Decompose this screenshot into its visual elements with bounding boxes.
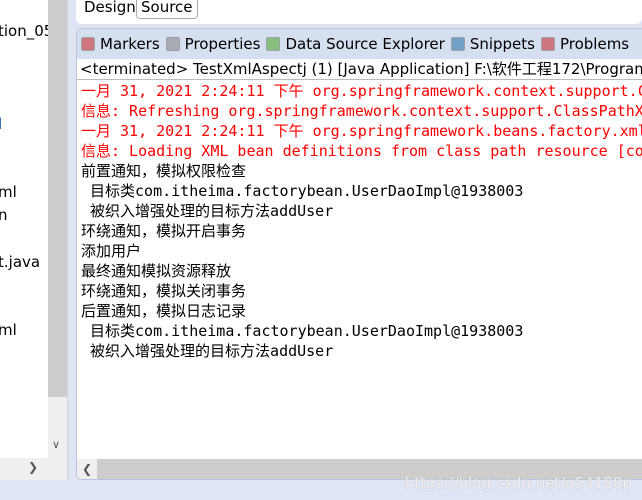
tab-label: Problems [559,35,630,53]
problems-icon [540,37,555,51]
properties-icon [165,37,180,51]
editor-tabs: Design Source [76,0,642,24]
console-line: 被织入增强处理的目标方法addUser [81,342,334,360]
tree-item[interactable]: ml [0,183,17,201]
console-line: 最终通知模拟资源释放 [81,262,232,280]
tab-problems[interactable]: Problems [540,35,630,53]
data-source-icon [266,37,281,51]
horizontal-scrollbar[interactable]: ❯ [0,458,67,480]
chevron-left-icon[interactable]: ❮ [77,459,97,479]
tab-label: Markers [100,35,160,53]
tree-item[interactable]: ml [0,321,17,339]
markers-icon [81,37,95,51]
tab-properties[interactable]: Properties [165,35,261,53]
console-line: 一月 31, 2021 2:24:11 下午 org.springframewo… [81,82,642,100]
console-line: 信息: Refreshing org.springframework.conte… [81,102,642,120]
tab-data-source-explorer[interactable]: Data Source Explorer [266,35,445,53]
console-line: 环绕通知，模拟开启事务 [81,222,247,240]
vertical-scrollbar[interactable]: ∨ [48,0,67,460]
console-view: Markers Properties Data Source Explorer Sni… [76,28,642,480]
project-explorer-panel: tion_05l ml n t.java ml ∨ ❯ [0,0,68,480]
console-status: <terminated> TestXmlAspectj (1) [Java Ap… [77,59,642,80]
console-line: 前置通知，模拟权限检查 [81,162,247,180]
chevron-right-icon[interactable]: ❯ [28,460,38,474]
tab-label: Snippets [469,35,535,53]
tab-label: Data Source Explorer [285,35,445,53]
console-line: 被织入增强处理的目标方法addUser [81,202,334,220]
console-line: 目标类com.itheima.factorybean.UserDaoImpl@1… [81,182,524,200]
console-line: 添加用户 [81,242,142,260]
tab-markers[interactable]: Markers [81,35,160,53]
console-line: 目标类com.itheima.factorybean.UserDaoImpl@1… [81,322,524,340]
console-line: 信息: Loading XML bean definitions from cl… [81,142,642,160]
console-line: 一月 31, 2021 2:24:11 下午 org.springframewo… [81,122,642,140]
console-output: 一月 31, 2021 2:24:11 下午 org.springframewo… [77,80,642,361]
tab-label: Properties [184,35,261,53]
tree-item[interactable]: l [0,115,2,133]
tab-snippets[interactable]: Snippets [450,35,535,53]
tree-item[interactable]: t.java [0,253,40,271]
scrollbar-thumb[interactable] [48,0,67,397]
view-tabs: Markers Properties Data Source Explorer Sni… [77,29,642,59]
console-line: 后置通知，模拟日志记录 [81,302,247,320]
watermark: https://blog.csdn.net/q54188p [404,474,632,492]
snippets-icon [450,37,465,51]
tree-item[interactable]: tion_05 [0,22,53,40]
tree-item[interactable]: n [0,206,8,224]
console-line: 环绕通知，模拟关闭事务 [81,282,247,300]
chevron-down-icon[interactable]: ∨ [52,438,60,451]
tab-design[interactable]: Design [80,0,140,19]
tab-source[interactable]: Source [136,0,198,19]
